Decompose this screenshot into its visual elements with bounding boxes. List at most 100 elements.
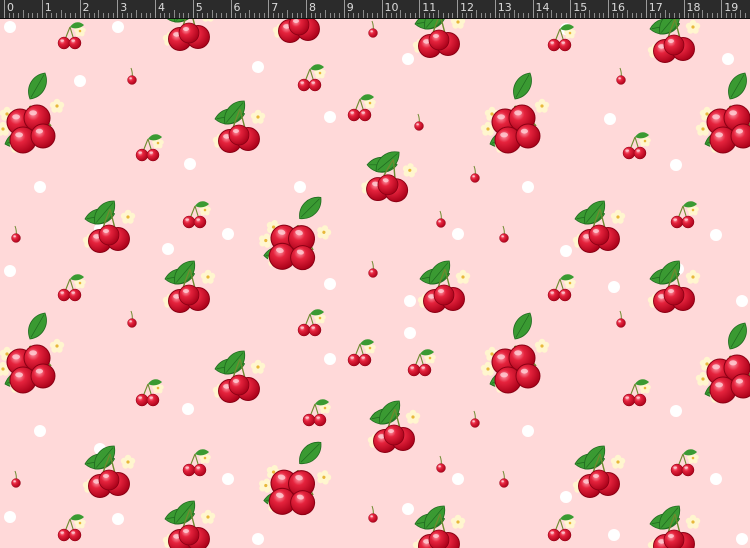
ruler-minor-tick: [367, 13, 369, 18]
ruler-minor-tick: [320, 13, 322, 18]
ruler-minor-tick: [560, 13, 562, 18]
ruler-minor-tick: [626, 10, 628, 18]
ruler-minor-tick: [376, 13, 378, 18]
ruler-minor-tick: [688, 13, 690, 18]
ruler-minor-tick: [730, 13, 732, 18]
ruler-minor-tick: [357, 13, 359, 18]
polka-dot: [324, 278, 336, 290]
ruler-minor-tick: [84, 13, 86, 18]
polka-dot: [402, 503, 414, 515]
ruler-major-tick: [645, 0, 647, 18]
ruler-minor-tick: [121, 13, 123, 18]
cherry-motif: [548, 274, 576, 301]
ruler-minor-tick: [60, 10, 62, 18]
polka-dot: [34, 425, 46, 437]
ruler-minor-tick: [669, 13, 671, 18]
polka-dot: [402, 53, 414, 65]
polka-dot: [4, 265, 16, 277]
ruler-minor-tick: [447, 13, 449, 18]
ruler-minor-tick: [707, 13, 709, 18]
cherry-motif: [408, 349, 436, 376]
ruler-minor-tick: [150, 13, 152, 18]
ruler-minor-tick: [400, 10, 402, 18]
cherry-motif: [83, 196, 135, 252]
ruler-minor-tick: [55, 13, 57, 18]
ruler-minor-tick: [126, 13, 128, 18]
cherry-motif: [253, 181, 341, 280]
polka-dot: [4, 511, 16, 523]
ruler-minor-tick: [527, 13, 529, 18]
cherry-motif: [273, 19, 325, 43]
cherry-motif: [298, 64, 326, 91]
cherry-motif: [163, 496, 215, 548]
polka-dot: [222, 228, 234, 240]
cherry-motif: [696, 69, 750, 153]
ruler-minor-tick: [334, 13, 336, 18]
ruler-major-tick: [683, 0, 685, 18]
ruler-minor-tick: [636, 13, 638, 18]
ruler-minor-tick: [386, 13, 388, 18]
cherry-motif: [548, 514, 576, 541]
cherry-motif: [128, 311, 137, 328]
ruler-minor-tick: [310, 13, 312, 18]
ruler-minor-tick: [263, 13, 265, 18]
ruler-minor-tick: [188, 13, 190, 18]
cherry-pattern-artwork: [0, 19, 750, 548]
ruler-minor-tick: [372, 13, 374, 18]
ruler-minor-tick: [442, 13, 444, 18]
ruler-minor-tick: [490, 13, 492, 18]
ruler-major-tick: [306, 0, 307, 18]
cherry-motif: [368, 396, 420, 452]
ruler-minor-tick: [169, 13, 171, 18]
ruler-minor-tick: [612, 13, 614, 18]
cherry-motif: [12, 226, 21, 243]
ruler-minor-tick: [433, 13, 435, 18]
cherry-motif: [253, 426, 341, 525]
polka-dot: [670, 159, 682, 171]
cherry-motif: [58, 514, 86, 541]
ruler-minor-tick: [589, 10, 591, 18]
polka-dot: [604, 113, 616, 125]
ruler-minor-tick: [225, 13, 227, 18]
ruler-minor-tick: [197, 13, 199, 18]
canvas-area[interactable]: [0, 19, 750, 548]
ruler-minor-tick: [480, 13, 482, 18]
ruler-minor-tick: [249, 10, 251, 18]
ruler-minor-tick: [711, 13, 713, 18]
ruler-major-tick: [570, 0, 572, 18]
cherry-motif: [213, 346, 265, 402]
ruler-minor-tick: [405, 13, 407, 18]
cherry-motif: [548, 24, 576, 51]
cherry-motif: [369, 21, 378, 38]
cherry-motif: [128, 68, 137, 85]
polka-dot: [162, 243, 174, 255]
horizontal-ruler[interactable]: 0 1 2 3 4 5 6 7 8 9 10 11 12 13 14 15 16 17 18 19: [0, 0, 750, 19]
ruler-minor-tick: [579, 13, 581, 18]
ruler-minor-tick: [603, 13, 605, 18]
ruler-minor-tick: [414, 13, 416, 18]
polka-dot: [560, 491, 572, 503]
ruler-minor-tick: [244, 13, 246, 18]
ruler-minor-tick: [735, 13, 737, 18]
ruler-minor-tick: [65, 13, 67, 18]
ruler-minor-tick: [272, 13, 274, 18]
ruler-minor-tick: [46, 13, 48, 18]
ruler-minor-tick: [598, 13, 600, 18]
ruler-minor-tick: [32, 13, 34, 18]
ruler-minor-tick: [659, 13, 661, 18]
ruler-minor-tick: [631, 13, 633, 18]
ruler-minor-tick: [551, 10, 553, 18]
cherry-motif: [348, 339, 376, 366]
ruler-minor-tick: [452, 13, 454, 18]
polka-dot: [112, 513, 124, 525]
cherry-motif: [415, 114, 424, 131]
cherry-motif: [648, 19, 700, 63]
ruler-minor-tick: [622, 13, 624, 18]
cherry-motif: [623, 379, 651, 406]
cherry-motif: [617, 311, 626, 328]
cherry-motif: [437, 211, 446, 228]
cherry-motif: [500, 226, 509, 243]
ruler-minor-tick: [140, 13, 142, 18]
ruler-minor-tick: [508, 13, 510, 18]
ruler-minor-tick: [74, 13, 76, 18]
